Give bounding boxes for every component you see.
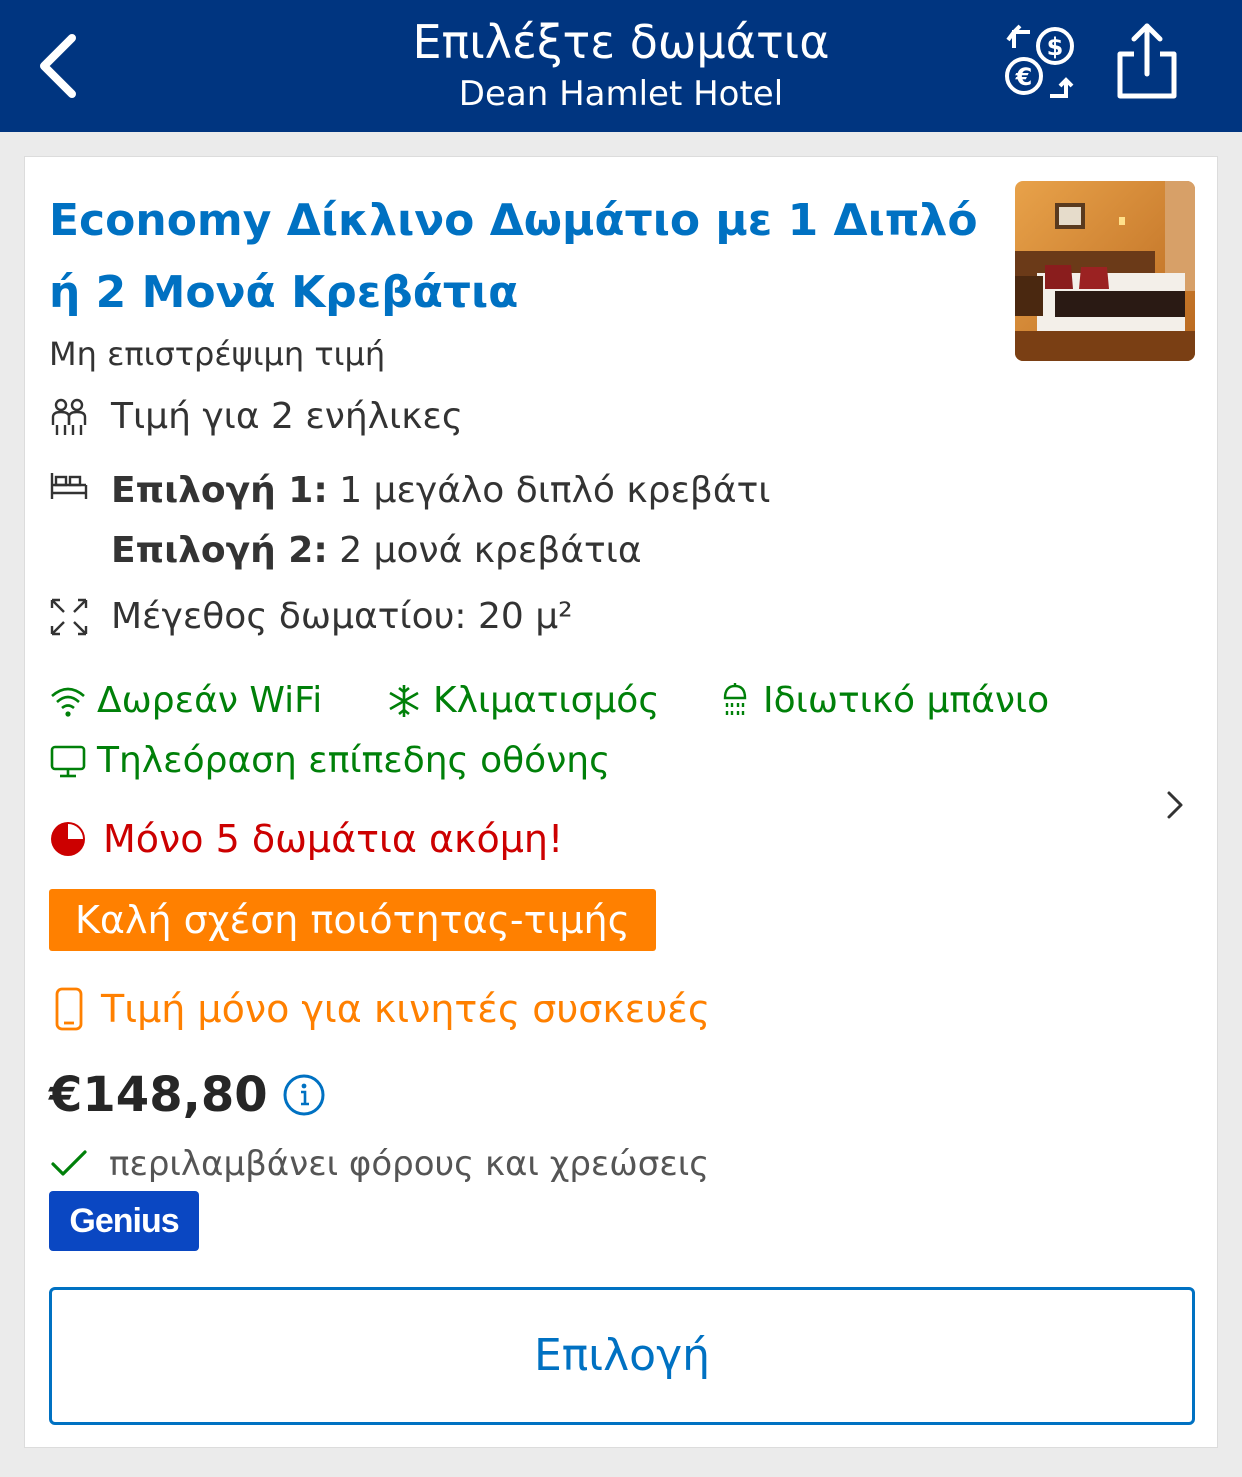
currency-exchange-icon: $ € (1005, 24, 1074, 98)
svg-text:€: € (1015, 63, 1033, 91)
amenity-bathroom: Ιδιωτικό μπάνιο (715, 677, 1049, 725)
bed-option-1: Επιλογή 1: 1 μεγάλο διπλό κρεβάτι (111, 461, 770, 521)
header-titles: Επιλέξτε δωμάτια Dean Hamlet Hotel (300, 14, 942, 116)
room-photo-image (1015, 181, 1195, 361)
price-row: €148,80 (49, 1065, 326, 1125)
amenity-label: Κλιματισμός (433, 680, 660, 721)
bed-option-1-value: 1 μεγάλο διπλό κρεβάτι (339, 470, 771, 511)
expand-arrows-icon (50, 598, 88, 636)
room-size-text: Μέγεθος δωματίου: 20 μ² (111, 596, 573, 637)
bed-option-2-label: Επιλογή 2: (111, 530, 328, 571)
pie-timer-icon (51, 822, 85, 856)
scarcity-message: Μόνο 5 δωμάτια ακόμη! (49, 813, 563, 865)
scarcity-text: Μόνο 5 δωμάτια ακόμη! (103, 817, 564, 861)
mobile-only-price: Τιμή μόνο για κινητές συσκευές (49, 983, 710, 1035)
genius-badge: Genius (49, 1191, 199, 1251)
bed-option-1-label: Επιλογή 1: (111, 470, 328, 511)
amenity-label: Δωρεάν WiFi (97, 680, 323, 721)
snowflake-icon (389, 685, 419, 717)
mobile-phone-icon (55, 987, 83, 1031)
wifi-icon (51, 687, 85, 717)
chevron-left-icon (40, 34, 76, 98)
amenity-label: Ιδιωτικό μπάνιο (763, 680, 1050, 721)
guests-icon (51, 398, 87, 435)
select-room-button[interactable]: Επιλογή (49, 1287, 1195, 1425)
bed-options-row: Επιλογή 1: 1 μεγάλο διπλό κρεβάτι Επιλογ… (49, 461, 770, 581)
bed-icon (50, 473, 88, 499)
chevron-right-icon (1167, 791, 1183, 819)
tv-icon (50, 745, 86, 778)
room-card[interactable]: Economy Δίκλινο Δωμάτιο με 1 Διπλό ή 2 Μ… (24, 156, 1218, 1448)
amenity-aircon: Κλιματισμός (385, 677, 659, 725)
cancellation-policy: Μη επιστρέψιμη τιμή (49, 335, 386, 373)
occupancy-text: Τιμή για 2 ενήλικες (111, 396, 464, 437)
room-size-row: Μέγεθος δωματίου: 20 μ² (49, 593, 573, 641)
currency-button[interactable]: $ € (1000, 24, 1082, 104)
page-title: Επιλέξτε δωμάτια (412, 15, 830, 69)
shower-icon (723, 683, 747, 715)
share-button[interactable] (1112, 20, 1182, 104)
amenity-label: Τηλεόραση επίπεδης οθόνης (97, 740, 611, 781)
back-button[interactable] (30, 28, 90, 104)
value-for-money-badge: Καλή σχέση ποιότητας-τιμής (49, 889, 656, 951)
room-details-chevron[interactable] (1161, 785, 1189, 825)
price-amount: €148,80 (49, 1067, 268, 1123)
room-title[interactable]: Economy Δίκλινο Δωμάτιο με 1 Διπλό ή 2 Μ… (49, 185, 999, 329)
svg-text:$: $ (1047, 33, 1064, 61)
bed-option-2-value: 2 μονά κρεβάτια (339, 530, 642, 571)
checkmark-icon (51, 1150, 87, 1176)
info-icon[interactable] (282, 1073, 326, 1117)
share-icon (1117, 23, 1177, 99)
taxes-included: περιλαμβάνει φόρους και χρεώσεις (49, 1141, 709, 1187)
bed-option-2: Επιλογή 2: 2 μονά κρεβάτια (111, 521, 770, 581)
room-photo[interactable] (1015, 181, 1195, 361)
amenity-wifi: Δωρεάν WiFi (49, 677, 322, 725)
taxes-text: περιλαμβάνει φόρους και χρεώσεις (109, 1144, 710, 1184)
amenity-tv: Τηλεόραση επίπεδης οθόνης (49, 737, 610, 785)
hotel-name: Dean Hamlet Hotel (458, 74, 784, 114)
occupancy-row: Τιμή για 2 ενήλικες (49, 393, 463, 441)
top-navigation-bar: Επιλέξτε δωμάτια Dean Hamlet Hotel $ € (0, 0, 1242, 132)
mobile-price-text: Τιμή μόνο για κινητές συσκευές (101, 987, 711, 1031)
